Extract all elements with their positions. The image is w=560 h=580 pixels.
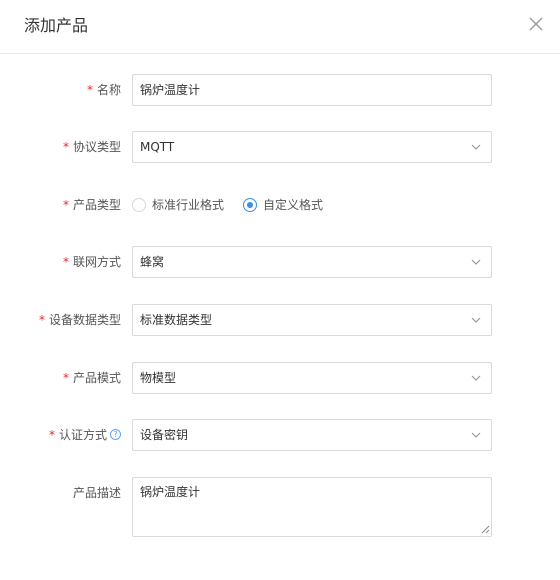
auth-method-value: 设备密钥 — [140, 428, 189, 442]
chevron-down-icon — [471, 317, 481, 323]
chevron-down-icon — [471, 375, 481, 381]
auth-method-select[interactable]: 设备密钥 — [132, 419, 492, 451]
dialog-title: 添加产品 — [24, 16, 89, 35]
protocol-type-select[interactable]: MQTT — [132, 131, 492, 163]
form-row-network-mode: * 联网方式 蜂窝 — [0, 246, 560, 278]
resize-grip-icon[interactable] — [481, 525, 490, 534]
form-row-product-type: * 产品类型 标准行业格式 自定义格式 — [0, 189, 560, 221]
device-data-type-select[interactable]: 标准数据类型 — [132, 304, 492, 336]
form-row-auth-method: * 认证方式? 设备密钥 — [0, 419, 560, 451]
required-mark: * — [62, 198, 69, 212]
protocol-type-value: MQTT — [140, 140, 175, 154]
product-mode-value: 物模型 — [140, 371, 177, 385]
required-mark: * — [38, 313, 45, 327]
network-mode-label: * 联网方式 — [62, 255, 121, 269]
radio-label: 自定义格式 — [263, 198, 324, 212]
chevron-down-icon — [471, 259, 481, 265]
required-mark: * — [48, 428, 55, 442]
form-row-description: 产品描述 锅炉温度计 — [0, 477, 560, 537]
form-row-protocol-type: * 协议类型 MQTT — [0, 131, 560, 163]
required-mark: * — [86, 83, 93, 97]
name-input[interactable]: 锅炉温度计 — [132, 74, 492, 106]
chevron-down-icon — [471, 432, 481, 438]
description-label: 产品描述 — [72, 486, 121, 500]
required-mark: * — [62, 140, 69, 154]
device-data-type-value: 标准数据类型 — [140, 313, 213, 327]
required-mark: * — [62, 371, 69, 385]
name-label: * 名称 — [86, 83, 121, 97]
form-row-device-data-type: * 设备数据类型 标准数据类型 — [0, 304, 560, 336]
chevron-down-icon — [471, 144, 481, 150]
network-mode-value: 蜂窝 — [140, 255, 165, 269]
question-circle-icon[interactable]: ? — [110, 429, 121, 440]
device-data-type-label: * 设备数据类型 — [38, 313, 121, 327]
close-icon[interactable] — [527, 15, 545, 33]
product-type-label: * 产品类型 — [62, 198, 121, 212]
protocol-type-label: * 协议类型 — [62, 140, 121, 154]
radio-circle-checked — [243, 198, 257, 212]
radio-circle — [132, 198, 146, 212]
required-mark: * — [62, 255, 69, 269]
add-product-dialog: 添加产品 * 名称 锅炉温度计 * 协议类型 MQTT * 产品类型 标准行业格式 自… — [0, 0, 560, 580]
auth-method-label: * 认证方式? — [49, 419, 121, 451]
product-mode-label: * 产品模式 — [62, 371, 121, 385]
network-mode-select[interactable]: 蜂窝 — [132, 246, 492, 278]
form-row-product-mode: * 产品模式 物模型 — [0, 362, 560, 394]
description-textarea[interactable]: 锅炉温度计 — [132, 477, 492, 537]
dialog-header: 添加产品 — [0, 0, 560, 54]
radio-label: 标准行业格式 — [152, 198, 225, 212]
product-mode-select[interactable]: 物模型 — [132, 362, 492, 394]
form-row-name: * 名称 锅炉温度计 — [0, 74, 560, 106]
